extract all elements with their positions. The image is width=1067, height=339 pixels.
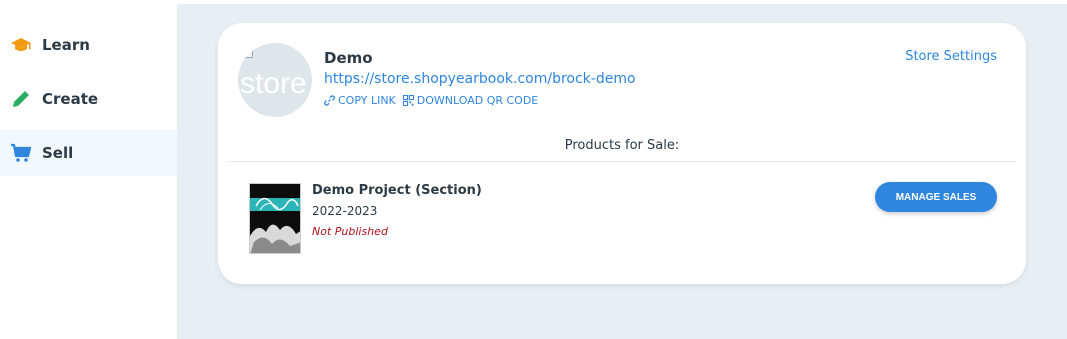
broken-image-icon <box>243 48 253 58</box>
sidebar-item-label: Learn <box>42 36 90 54</box>
divider <box>228 161 1016 162</box>
graduation-cap-icon <box>10 34 32 56</box>
download-qr-label: DOWNLOAD QR CODE <box>416 94 539 107</box>
sidebar-item-sell[interactable]: Sell <box>0 130 177 176</box>
main-content: store Demo https://store.shopyearbook.co… <box>177 0 1067 339</box>
avatar-alt-text: store <box>240 67 307 100</box>
sidebar-item-create[interactable]: Create <box>0 76 177 122</box>
sidebar-item-learn[interactable]: Learn <box>0 22 177 68</box>
sidebar-item-label: Sell <box>42 144 74 162</box>
product-thumbnail <box>249 183 301 254</box>
copy-link-button[interactable]: COPY LINK <box>324 94 396 107</box>
download-qr-button[interactable]: DOWNLOAD QR CODE <box>402 94 539 107</box>
manage-sales-button[interactable]: MANAGE SALES <box>875 182 997 212</box>
sidebar-item-label: Create <box>42 90 99 108</box>
product-status: Not Published <box>312 225 388 238</box>
store-avatar: store <box>238 43 312 117</box>
products-heading: Products for Sale: <box>564 138 680 153</box>
store-name: Demo <box>324 49 373 67</box>
store-card: store Demo https://store.shopyearbook.co… <box>218 23 1026 284</box>
top-strip <box>177 0 1067 4</box>
store-url-link[interactable]: https://store.shopyearbook.com/brock-dem… <box>324 71 636 87</box>
shopping-cart-icon <box>10 142 32 164</box>
sidebar: Learn Create Sell <box>0 0 177 339</box>
product-title: Demo Project (Section) <box>312 183 482 198</box>
link-icon <box>324 95 335 106</box>
store-settings-link[interactable]: Store Settings <box>905 49 997 64</box>
pencil-icon <box>10 88 32 110</box>
product-year: 2022-2023 <box>312 204 378 218</box>
store-actions: COPY LINK DOWNLOAD QR CODE <box>324 94 545 107</box>
qr-code-icon <box>402 95 414 106</box>
copy-link-label: COPY LINK <box>338 94 396 107</box>
